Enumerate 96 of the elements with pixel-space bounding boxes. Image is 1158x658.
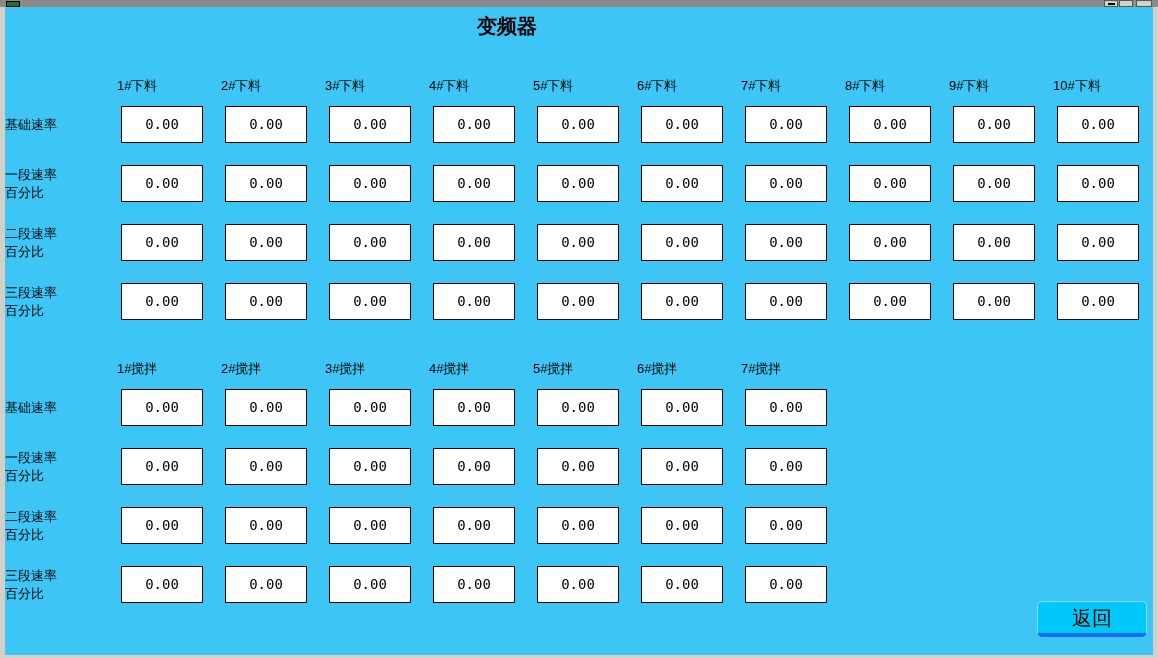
- column-header: 4#搅拌: [429, 361, 470, 376]
- value-field[interactable]: 0.00: [329, 106, 411, 143]
- value-field[interactable]: 0.00: [121, 389, 203, 426]
- column-header: 1#下料: [117, 78, 158, 93]
- value-field[interactable]: 0.00: [641, 165, 723, 202]
- value-field[interactable]: 0.00: [121, 507, 203, 544]
- value-field[interactable]: 0.00: [121, 566, 203, 603]
- value-field[interactable]: 0.00: [1057, 165, 1139, 202]
- column-header: 2#搅拌: [221, 361, 262, 376]
- value-field[interactable]: 0.00: [641, 448, 723, 485]
- value-field[interactable]: 0.00: [433, 448, 515, 485]
- value-field[interactable]: 0.00: [849, 224, 931, 261]
- value-field[interactable]: 0.00: [849, 283, 931, 320]
- value-field[interactable]: 0.00: [121, 106, 203, 143]
- value-field[interactable]: 0.00: [225, 106, 307, 143]
- value-field[interactable]: 0.00: [433, 165, 515, 202]
- value-field[interactable]: 0.00: [745, 283, 827, 320]
- value-field[interactable]: 0.00: [953, 106, 1035, 143]
- value-field[interactable]: 0.00: [225, 224, 307, 261]
- value-field[interactable]: 0.00: [849, 106, 931, 143]
- value-field[interactable]: 0.00: [433, 224, 515, 261]
- row-label: 基础速率: [5, 115, 57, 134]
- value-field[interactable]: 0.00: [641, 389, 723, 426]
- value-field[interactable]: 0.00: [1057, 106, 1139, 143]
- row-label: 一段速率 百分比: [5, 448, 57, 485]
- value-field[interactable]: 0.00: [225, 507, 307, 544]
- value-field[interactable]: 0.00: [641, 283, 723, 320]
- value-field[interactable]: 0.00: [433, 566, 515, 603]
- value-field[interactable]: 0.00: [329, 283, 411, 320]
- value-field[interactable]: 0.00: [745, 106, 827, 143]
- column-header: 2#下料: [221, 78, 262, 93]
- app-icon: [6, 1, 20, 7]
- value-field[interactable]: 0.00: [329, 389, 411, 426]
- value-field[interactable]: 0.00: [537, 224, 619, 261]
- value-field[interactable]: 0.00: [953, 224, 1035, 261]
- value-field[interactable]: 0.00: [1057, 283, 1139, 320]
- value-field[interactable]: 0.00: [953, 283, 1035, 320]
- column-header: 7#下料: [741, 78, 782, 93]
- value-field[interactable]: 0.00: [745, 507, 827, 544]
- row-label: 三段速率 百分比: [5, 566, 57, 603]
- value-field[interactable]: 0.00: [537, 389, 619, 426]
- value-field[interactable]: 0.00: [641, 224, 723, 261]
- value-field[interactable]: 0.00: [225, 448, 307, 485]
- value-field[interactable]: 0.00: [121, 448, 203, 485]
- value-field[interactable]: 0.00: [641, 106, 723, 143]
- column-header: 3#搅拌: [325, 361, 366, 376]
- value-field[interactable]: 0.00: [745, 448, 827, 485]
- row-label: 二段速率 百分比: [5, 224, 57, 261]
- column-header: 8#下料: [845, 78, 886, 93]
- screen-title: 变频器: [477, 14, 537, 39]
- column-header: 7#搅拌: [741, 361, 782, 376]
- column-header: 6#下料: [637, 78, 678, 93]
- value-field[interactable]: 0.00: [849, 165, 931, 202]
- value-field[interactable]: 0.00: [121, 283, 203, 320]
- value-field[interactable]: 0.00: [225, 389, 307, 426]
- value-field[interactable]: 0.00: [641, 507, 723, 544]
- value-field[interactable]: 0.00: [537, 283, 619, 320]
- value-field[interactable]: 0.00: [537, 448, 619, 485]
- value-field[interactable]: 0.00: [745, 566, 827, 603]
- column-header: 5#下料: [533, 78, 574, 93]
- value-field[interactable]: 0.00: [537, 165, 619, 202]
- value-field[interactable]: 0.00: [329, 566, 411, 603]
- value-field[interactable]: 0.00: [329, 224, 411, 261]
- value-field[interactable]: 0.00: [329, 165, 411, 202]
- value-field[interactable]: 0.00: [745, 224, 827, 261]
- value-field[interactable]: 0.00: [433, 283, 515, 320]
- value-field[interactable]: 0.00: [537, 507, 619, 544]
- row-label: 三段速率 百分比: [5, 283, 57, 320]
- value-field[interactable]: 0.00: [433, 507, 515, 544]
- value-field[interactable]: 0.00: [225, 165, 307, 202]
- row-label: 基础速率: [5, 398, 57, 417]
- value-field[interactable]: 0.00: [953, 165, 1035, 202]
- value-field[interactable]: 0.00: [537, 106, 619, 143]
- column-header: 5#搅拌: [533, 361, 574, 376]
- column-header: 1#搅拌: [117, 361, 158, 376]
- row-label: 二段速率 百分比: [5, 507, 57, 544]
- value-field[interactable]: 0.00: [745, 389, 827, 426]
- value-field[interactable]: 0.00: [537, 566, 619, 603]
- back-button[interactable]: 返回: [1037, 601, 1147, 637]
- value-field[interactable]: 0.00: [745, 165, 827, 202]
- value-field[interactable]: 0.00: [329, 448, 411, 485]
- column-header: 10#下料: [1053, 78, 1101, 93]
- column-header: 9#下料: [949, 78, 990, 93]
- value-field[interactable]: 0.00: [329, 507, 411, 544]
- value-field[interactable]: 0.00: [1057, 224, 1139, 261]
- column-header: 3#下料: [325, 78, 366, 93]
- value-field[interactable]: 0.00: [225, 283, 307, 320]
- value-field[interactable]: 0.00: [121, 224, 203, 261]
- value-field[interactable]: 0.00: [433, 389, 515, 426]
- value-field[interactable]: 0.00: [225, 566, 307, 603]
- value-field[interactable]: 0.00: [641, 566, 723, 603]
- row-label: 一段速率 百分比: [5, 165, 57, 202]
- column-header: 6#搅拌: [637, 361, 678, 376]
- value-field[interactable]: 0.00: [121, 165, 203, 202]
- column-header: 4#下料: [429, 78, 470, 93]
- value-field[interactable]: 0.00: [433, 106, 515, 143]
